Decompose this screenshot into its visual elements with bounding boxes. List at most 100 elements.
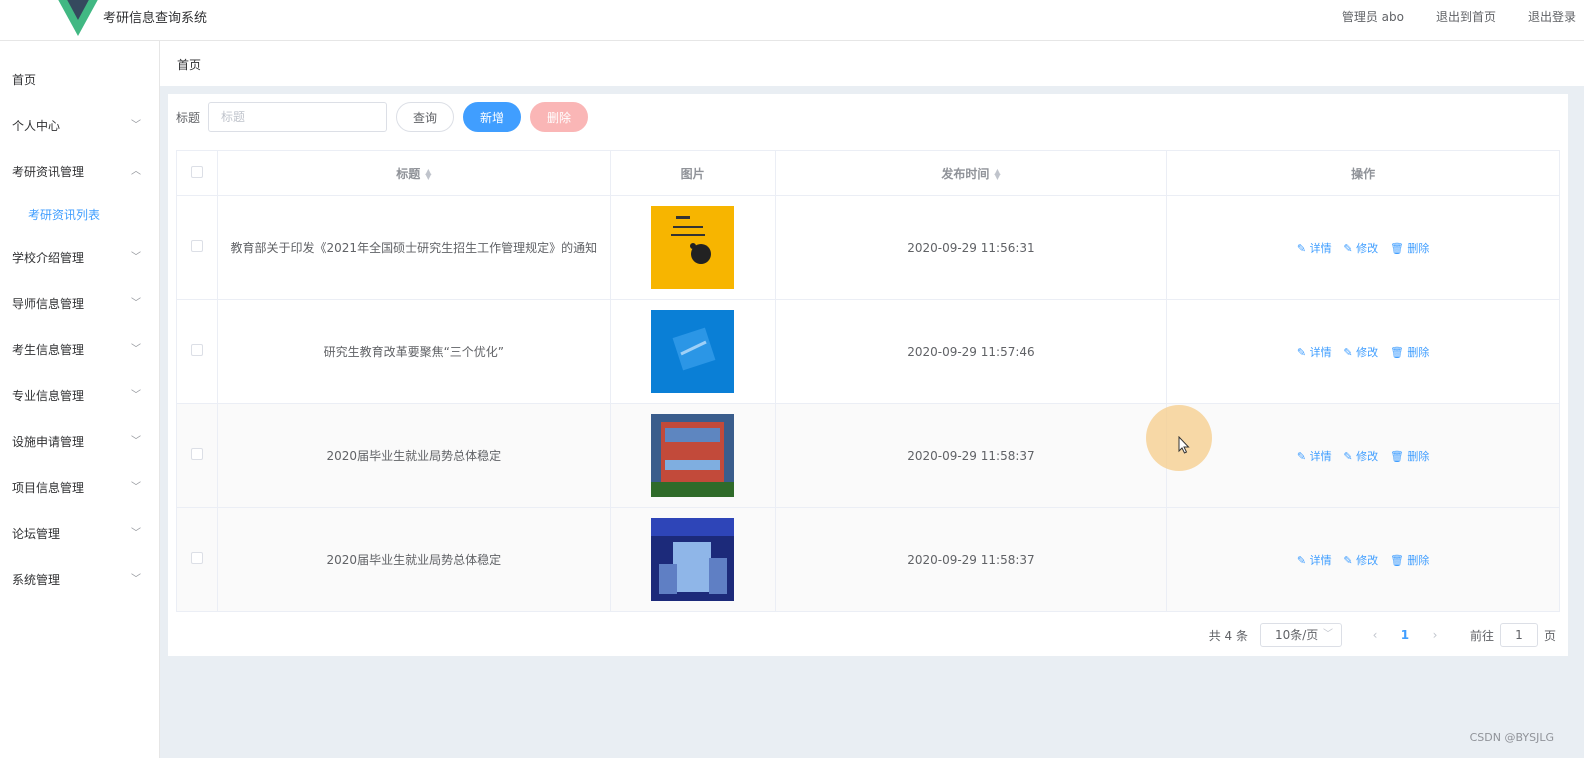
row-title: 2020届毕业生就业局势总体稳定 [217,507,611,612]
sidebar-item-label: 考生信息管理 [12,343,85,357]
delete-label: 删除 [1407,553,1430,567]
news-thumbnail-image[interactable] [651,310,735,393]
title-search-input[interactable] [208,102,388,132]
sidebar-item-personal-center[interactable]: 个人中心 ﹀ [0,103,159,149]
jump-page-input[interactable]: 1 [1499,623,1538,647]
image-header: 图片 [610,150,776,196]
detail-label: 详情 [1309,345,1332,359]
content-panel: 标题 查询 新增 删除 标题 ▲▼ 图片 发布时间 ▲▼ 操作 教育部关于印发《20… [168,94,1568,656]
row-checkbox[interactable] [190,552,203,564]
sidebar-item-tutor-management[interactable]: 导师信息管理 ﹀ [0,281,159,327]
table-row: 教育部关于印发《2021年全国硕士研究生招生工作管理规定》的通知 2020-09… [176,195,1560,300]
row-actions: ✎ 详情 ✎ 修改 🗑 删除 [1166,299,1560,404]
row-image-cell [610,507,776,612]
search-label: 标题 [176,110,201,125]
news-thumbnail-image[interactable] [651,206,735,289]
trash-icon: 🗑 [1389,345,1404,359]
chevron-down-icon: ﹀ [131,482,141,493]
chevron-down-icon: ﹀ [131,528,141,539]
news-thumbnail-image[interactable] [651,518,735,601]
image-header-label: 图片 [680,166,705,181]
sidebar-item-home[interactable]: 首页 [0,57,159,103]
app-title: 考研信息查询系统 [103,11,208,26]
sort-icon[interactable]: ▲ ▼ [994,168,1000,181]
edit-pen-icon: ✎ [1343,345,1353,359]
row-delete-button[interactable]: 🗑 删除 [1390,450,1429,463]
breadcrumb-bar: 首页 [160,41,1584,86]
sidebar-item-system-management[interactable]: 系统管理 ﹀ [0,557,159,603]
delete-button[interactable]: 删除 [530,102,589,132]
edit-button[interactable]: ✎ 修改 [1343,450,1378,463]
title-header[interactable]: 标题 ▲ ▼ [217,150,611,196]
edit-label: 修改 [1356,241,1379,255]
title-header-label: 标题 [396,166,421,181]
sidebar-item-label: 考研资讯管理 [12,165,85,179]
breadcrumb[interactable]: 首页 [177,56,201,73]
edit-button[interactable]: ✎ 修改 [1343,242,1378,255]
edit-pen-icon: ✎ [1296,345,1307,359]
logout-link[interactable]: 退出登录 [1528,8,1576,25]
sidebar-subitem-news-list[interactable]: 考研资讯列表 [0,195,159,235]
sidebar-item-student-management[interactable]: 考生信息管理 ﹀ [0,327,159,373]
page-number[interactable]: 1 [1390,628,1420,642]
sidebar-item-news-management[interactable]: 考研资讯管理 ︿ [0,149,159,195]
sidebar-item-label: 个人中心 [12,119,61,133]
edit-button[interactable]: ✎ 修改 [1343,346,1378,359]
vue-logo-icon [58,0,98,36]
row-checkbox[interactable] [190,344,203,356]
page-jump: 前往 1 页 [1470,623,1556,647]
row-image-cell [610,195,776,300]
publish-time-header-label: 发布时间 [941,166,990,181]
detail-label: 详情 [1309,449,1332,463]
actions-header: 操作 [1166,150,1560,196]
trash-icon: 🗑 [1389,241,1404,255]
edit-pen-icon: ✎ [1343,241,1353,255]
sort-icon[interactable]: ▲ ▼ [425,168,431,181]
row-actions: ✎ 详情 ✎ 修改 🗑 删除 [1166,507,1560,612]
chevron-down-icon: ﹀ [131,120,141,131]
sidebar-item-project-management[interactable]: 项目信息管理 ﹀ [0,465,159,511]
edit-button[interactable]: ✎ 修改 [1343,554,1378,567]
sidebar-item-forum-management[interactable]: 论坛管理 ﹀ [0,511,159,557]
pagination-total: 共 4 条 [1208,628,1248,643]
back-home-link[interactable]: 退出到首页 [1436,8,1496,25]
row-publish-time: 2020-09-29 11:57:46 [775,299,1168,404]
row-delete-button[interactable]: 🗑 删除 [1390,554,1429,567]
row-publish-time: 2020-09-29 11:58:37 [775,507,1168,612]
top-header: 考研信息查询系统 管理员 abo 退出到首页 退出登录 [0,0,1584,41]
page-size-select[interactable]: 10条/页 ﹀ [1259,623,1342,647]
row-delete-button[interactable]: 🗑 删除 [1390,346,1429,359]
sidebar-item-major-management[interactable]: 专业信息管理 ﹀ [0,373,159,419]
edit-pen-icon: ✎ [1296,449,1307,463]
jump-suffix: 页 [1543,628,1556,643]
sidebar-item-school-management[interactable]: 学校介绍管理 ﹀ [0,235,159,281]
sidebar-item-facility-management[interactable]: 设施申请管理 ﹀ [0,419,159,465]
detail-button[interactable]: ✎ 详情 [1297,346,1332,359]
pagination: 共 4 条 10条/页 ﹀ ‹ 1 › 前往 1 页 [1209,623,1556,647]
delete-label: 删除 [1407,241,1430,255]
query-button[interactable]: 查询 [396,102,455,132]
delete-label: 删除 [1407,449,1430,463]
row-checkbox[interactable] [190,240,203,252]
row-delete-button[interactable]: 🗑 删除 [1390,242,1429,255]
watermark: CSDN @BYSJLG [1469,731,1554,744]
detail-button[interactable]: ✎ 详情 [1297,554,1332,567]
search-bar: 标题 查询 新增 删除 [176,102,597,132]
edit-label: 修改 [1356,553,1379,567]
prev-page-icon[interactable]: ‹ [1360,628,1390,642]
page-size-value: 10条/页 [1274,628,1319,642]
detail-button[interactable]: ✎ 详情 [1297,242,1332,255]
chevron-down-icon: ﹀ [131,298,141,309]
select-all-cell [176,150,218,196]
publish-time-header[interactable]: 发布时间 ▲ ▼ [775,150,1168,196]
next-page-icon[interactable]: › [1420,628,1450,642]
news-thumbnail-image[interactable] [651,414,735,497]
add-button[interactable]: 新增 [463,102,522,132]
chevron-up-icon: ︿ [131,166,141,177]
select-all-checkbox[interactable] [190,165,203,178]
row-title: 2020届毕业生就业局势总体稳定 [217,403,611,508]
chevron-down-icon: ﹀ [131,344,141,355]
jump-prefix: 前往 [1469,628,1494,643]
row-checkbox[interactable] [190,448,203,460]
detail-button[interactable]: ✎ 详情 [1297,450,1332,463]
